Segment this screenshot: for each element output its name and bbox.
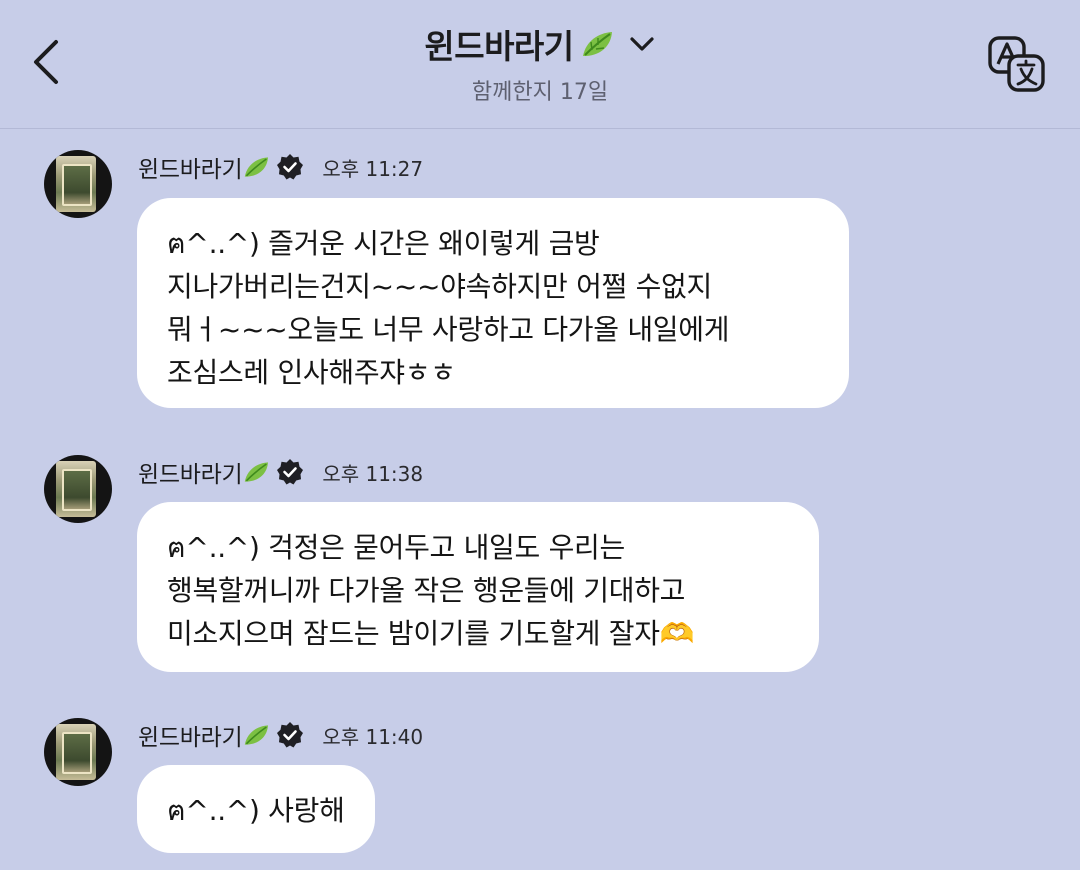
message-bubble[interactable]: ฅ^..^) 걱정은 묻어두고 내일도 우리는 행복할꺼니까 다가올 작은 행운… <box>137 502 819 672</box>
avatar[interactable] <box>44 150 112 218</box>
days-together-label: 함께한지 17일 <box>471 80 609 105</box>
sender-name: 윈드바라기 <box>138 725 243 751</box>
avatar[interactable] <box>44 455 112 523</box>
message-time: 오후 11:27 <box>322 156 424 181</box>
message-bubble[interactable]: ฅ^..^) 즐거운 시간은 왜이렇게 금방 지나가버리는건지~~~야속하지만 … <box>137 198 849 408</box>
translate-button[interactable] <box>985 33 1049 95</box>
leaf-emoji <box>245 725 269 745</box>
verified-badge-icon <box>277 722 304 748</box>
verified-badge-icon <box>277 154 304 180</box>
translate-icon <box>988 36 1045 92</box>
message-meta: 윈드바라기 오후 11:40 <box>138 718 423 752</box>
message-time: 오후 11:40 <box>322 724 424 749</box>
avatar[interactable] <box>44 718 112 786</box>
leaf-emoji <box>582 32 612 56</box>
sender-name: 윈드바라기 <box>138 157 243 183</box>
message-meta: 윈드바라기 오후 11:38 <box>138 455 423 489</box>
verified-badge-icon <box>277 459 304 485</box>
leaf-emoji <box>245 157 269 177</box>
message-meta: 윈드바라기 오후 11:27 <box>138 150 423 184</box>
sender-name: 윈드바라기 <box>138 462 243 488</box>
message-time: 오후 11:38 <box>322 461 424 486</box>
chat-header: 윈드바라기 함께한지 17일 <box>0 0 1080 129</box>
chevron-down-icon <box>630 37 654 51</box>
title-dropdown[interactable]: 윈드바라기 <box>424 20 655 68</box>
title-area: 윈드바라기 함께한지 17일 <box>0 20 1080 106</box>
message-bubble[interactable]: ฅ^..^) 사랑해 <box>137 765 375 853</box>
leaf-emoji <box>245 462 269 482</box>
chat-title: 윈드바라기 <box>424 27 574 66</box>
